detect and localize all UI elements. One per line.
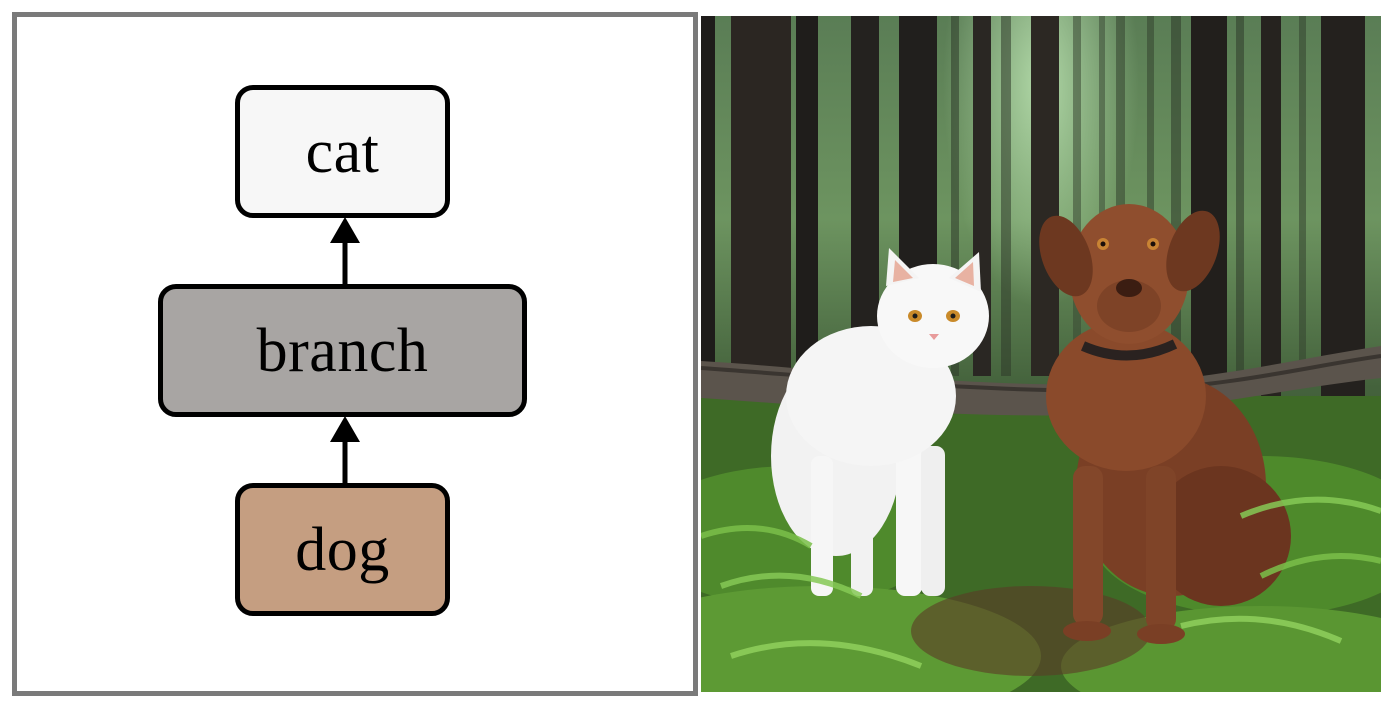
- node-dog: dog: [235, 483, 450, 616]
- arrow-dog-to-branch: [330, 416, 360, 486]
- node-dog-label: dog: [295, 515, 390, 584]
- node-branch: branch: [158, 284, 527, 417]
- node-cat: cat: [235, 85, 450, 218]
- node-branch-label: branch: [256, 316, 429, 385]
- diagram-panel: cat branch dog: [12, 12, 698, 696]
- forest-scene: [701, 16, 1381, 692]
- node-cat-label: cat: [305, 117, 380, 186]
- arrow-branch-to-cat: [330, 217, 360, 287]
- forest-photo: [701, 16, 1381, 692]
